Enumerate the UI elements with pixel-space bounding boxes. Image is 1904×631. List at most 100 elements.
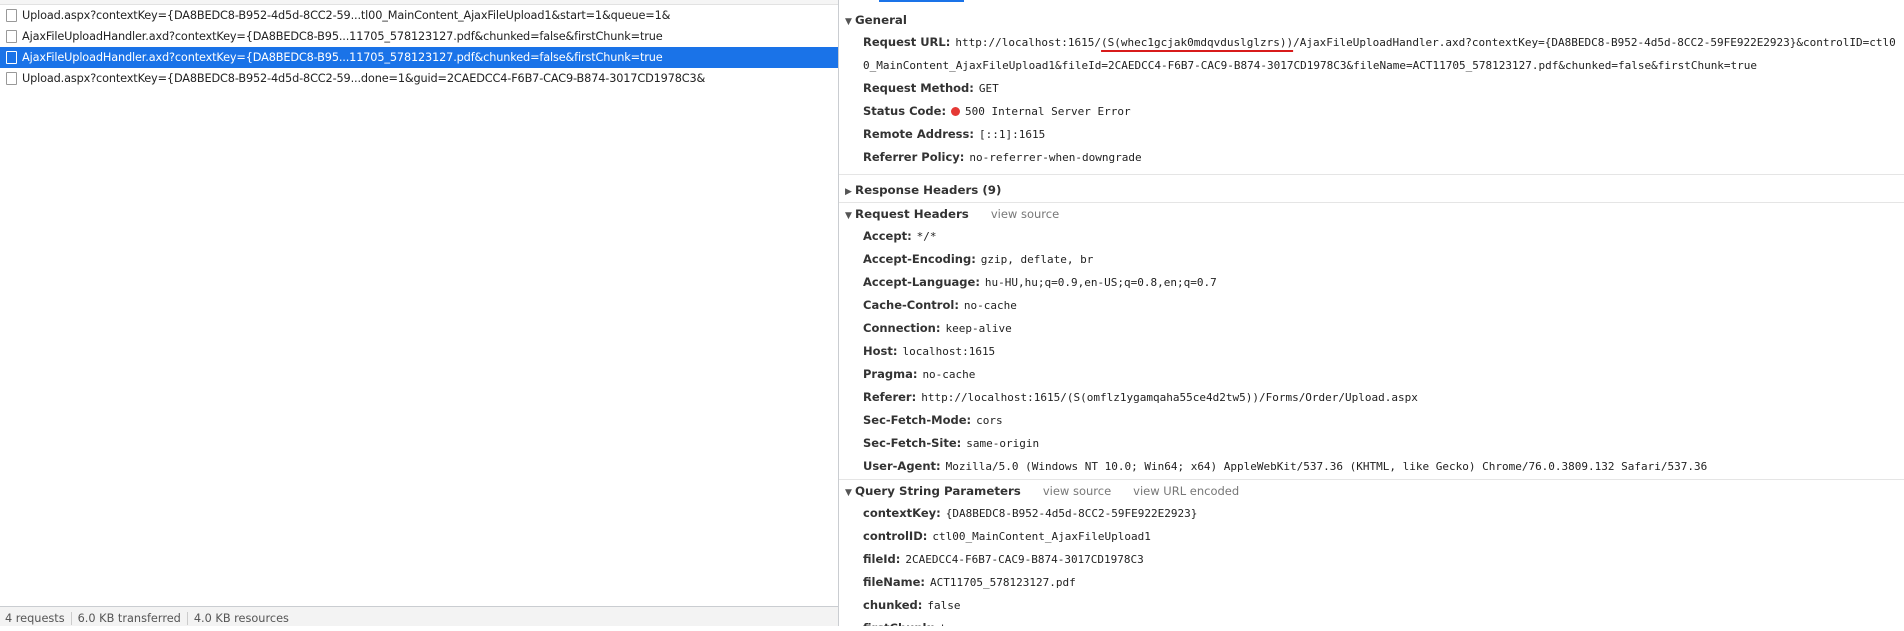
header-row: Connection: keep-alive [839,317,1904,340]
header-row: Cache-Control: no-cache [839,294,1904,317]
view-url-encoded-link[interactable]: view URL encoded [1133,484,1239,498]
request-list: Upload.aspx?contextKey={DA8BEDC8-B952-4d… [0,5,838,89]
view-source-link[interactable]: view source [1043,484,1111,498]
header-row: Accept: */* [839,225,1904,248]
header-key: fileName: [863,575,926,589]
remote-address-value: [::1]:1615 [978,128,1046,141]
request-row[interactable]: Upload.aspx?contextKey={DA8BEDC8-B952-4d… [0,5,838,26]
general-section: ▼ General Request URL: http://localhost:16… [839,0,1904,175]
referrer-policy-row: Referrer Policy: no-referrer-when-downgra… [839,146,1904,169]
remote-address-label: Remote Address: [863,127,974,141]
remote-address-row: Remote Address: [::1]:1615 [839,123,1904,146]
header-row: Referer: http://localhost:1615/(S(omflz1y… [839,386,1904,409]
header-value: cors [976,414,1003,427]
response-headers-header[interactable]: ▶ Response Headers (9) [839,179,1904,201]
header-value: Mozilla/5.0 (Windows NT 10.0; Win64; x64… [945,460,1708,473]
request-name: AjaxFileUploadHandler.axd?contextKey={DA… [22,51,663,64]
referrer-policy-value: no-referrer-when-downgrade [969,151,1142,164]
status-code-value: 500 Internal Server Error [965,105,1131,118]
query-params-section: ▼ Query String Parameters view source view … [839,480,1904,626]
request-checkbox[interactable] [6,72,17,85]
query-params-header[interactable]: ▼ Query String Parameters view source view … [839,480,1904,502]
request-checkbox[interactable] [6,30,17,43]
header-key: contextKey: [863,506,941,520]
header-value: ctl00_MainContent_AjaxFileUpload1 [932,530,1151,543]
header-key: Connection: [863,321,941,335]
resources-size: 4.0 KB resources [193,612,289,625]
response-headers-section: ▶ Response Headers (9) [839,175,1904,203]
header-key: Cache-Control: [863,298,959,312]
header-value: same-origin [966,437,1040,450]
status-code-label: Status Code: [863,104,947,118]
header-value: gzip, deflate, br [980,253,1094,266]
request-name: Upload.aspx?contextKey={DA8BEDC8-B952-4d… [22,72,706,85]
header-row: firstChunk: true [839,617,1904,626]
general-section-header[interactable]: ▼ General [839,9,1904,31]
request-method-label: Request Method: [863,81,974,95]
view-source-link[interactable]: view source [991,207,1059,221]
request-method-value: GET [978,82,999,95]
header-value: 2CAEDCC4-F6B7-CAC9-B874-3017CD1978C3 [905,553,1144,566]
header-value: */* [916,230,937,243]
header-value: false [927,599,961,612]
network-status-bar: 4 requests 6.0 KB transferred 4.0 KB resou… [0,606,838,626]
header-value: {DA8BEDC8-B952-4d5d-8CC2-59FE922E2923} [945,507,1198,520]
request-count: 4 requests [0,612,72,625]
status-code-row: Status Code: 500 Internal Server Error [839,100,1904,123]
header-value: ACT11705_578123127.pdf [930,576,1076,589]
header-key: controlID: [863,529,928,543]
section-title: Request Headers [855,207,969,221]
request-row[interactable]: AjaxFileUploadHandler.axd?contextKey={DA… [0,26,838,47]
header-key: Accept-Language: [863,275,980,289]
headers-detail-pane: ▼ General Request URL: http://localhost:16… [839,0,1904,626]
header-key: Pragma: [863,367,918,381]
header-row: fileName: ACT11705_578123127.pdf [839,571,1904,594]
header-key: chunked: [863,598,923,612]
header-key: Sec-Fetch-Site: [863,436,962,450]
request-headers-header[interactable]: ▼ Request Headers view source [839,203,1904,225]
request-row[interactable]: Upload.aspx?contextKey={DA8BEDC8-B952-4d… [0,68,838,89]
triangle-down-icon: ▼ [845,17,852,27]
header-value: hu-HU,hu;q=0.9,en-US;q=0.8,en;q=0.7 [984,276,1217,289]
request-checkbox[interactable] [6,51,17,64]
request-name: Upload.aspx?contextKey={DA8BEDC8-B952-4d… [22,9,671,22]
header-row: Accept-Encoding: gzip, deflate, br [839,248,1904,271]
header-row: User-Agent: Mozilla/5.0 (Windows NT 10.0;… [839,455,1904,478]
request-url-label: Request URL: [863,35,951,49]
header-key: firstChunk: [863,621,935,626]
request-headers-list: Accept: */* Accept-Encoding: gzip, deflate,… [839,225,1904,478]
header-row: Host: localhost:1615 [839,340,1904,363]
triangle-down-icon: ▼ [845,488,852,498]
header-key: fileId: [863,552,901,566]
triangle-right-icon: ▶ [845,187,852,197]
header-row: Pragma: no-cache [839,363,1904,386]
header-key: Sec-Fetch-Mode: [863,413,972,427]
request-url-prefix: http://localhost:1615/ [955,36,1102,49]
status-error-dot-icon [951,107,961,116]
header-value: no-cache [963,299,1017,312]
header-row: fileId: 2CAEDCC4-F6B7-CAC9-B874-3017CD197… [839,548,1904,571]
header-key: Host: [863,344,898,358]
header-value: no-cache [922,368,976,381]
network-request-list-pane: Upload.aspx?contextKey={DA8BEDC8-B952-4d… [0,0,839,626]
header-key: Accept: [863,229,912,243]
query-params-list: contextKey: {DA8BEDC8-B952-4d5d-8CC2-59FE… [839,502,1904,626]
transferred-size: 6.0 KB transferred [71,612,188,625]
request-url-row: Request URL: http://localhost:1615/(S(whe… [839,31,1904,77]
header-key: Accept-Encoding: [863,252,976,266]
header-row: Accept-Language: hu-HU,hu;q=0.9,en-US;q=0… [839,271,1904,294]
section-title: Response Headers (9) [855,183,1002,197]
header-value: http://localhost:1615/(S(omflz1ygamqaha5… [921,391,1418,404]
header-value: true [940,622,967,626]
header-row: chunked: false [839,594,1904,617]
request-url-value: http://localhost:1615/(S(whec1gcjak0mdqv… [863,36,1896,72]
header-value: keep-alive [945,322,1012,335]
section-title: General [855,13,907,27]
header-row: contextKey: {DA8BEDC8-B952-4d5d-8CC2-59FE… [839,502,1904,525]
header-value: localhost:1615 [902,345,996,358]
request-checkbox[interactable] [6,9,17,22]
request-headers-section: ▼ Request Headers view source Accept: */* Ac… [839,203,1904,480]
request-row-selected[interactable]: AjaxFileUploadHandler.axd?contextKey={DA… [0,47,838,68]
header-row: controlID: ctl00_MainContent_AjaxFileUplo… [839,525,1904,548]
request-url-session-id: (S(whec1gcjak0mdqvduslglzrs)) [1101,36,1294,49]
